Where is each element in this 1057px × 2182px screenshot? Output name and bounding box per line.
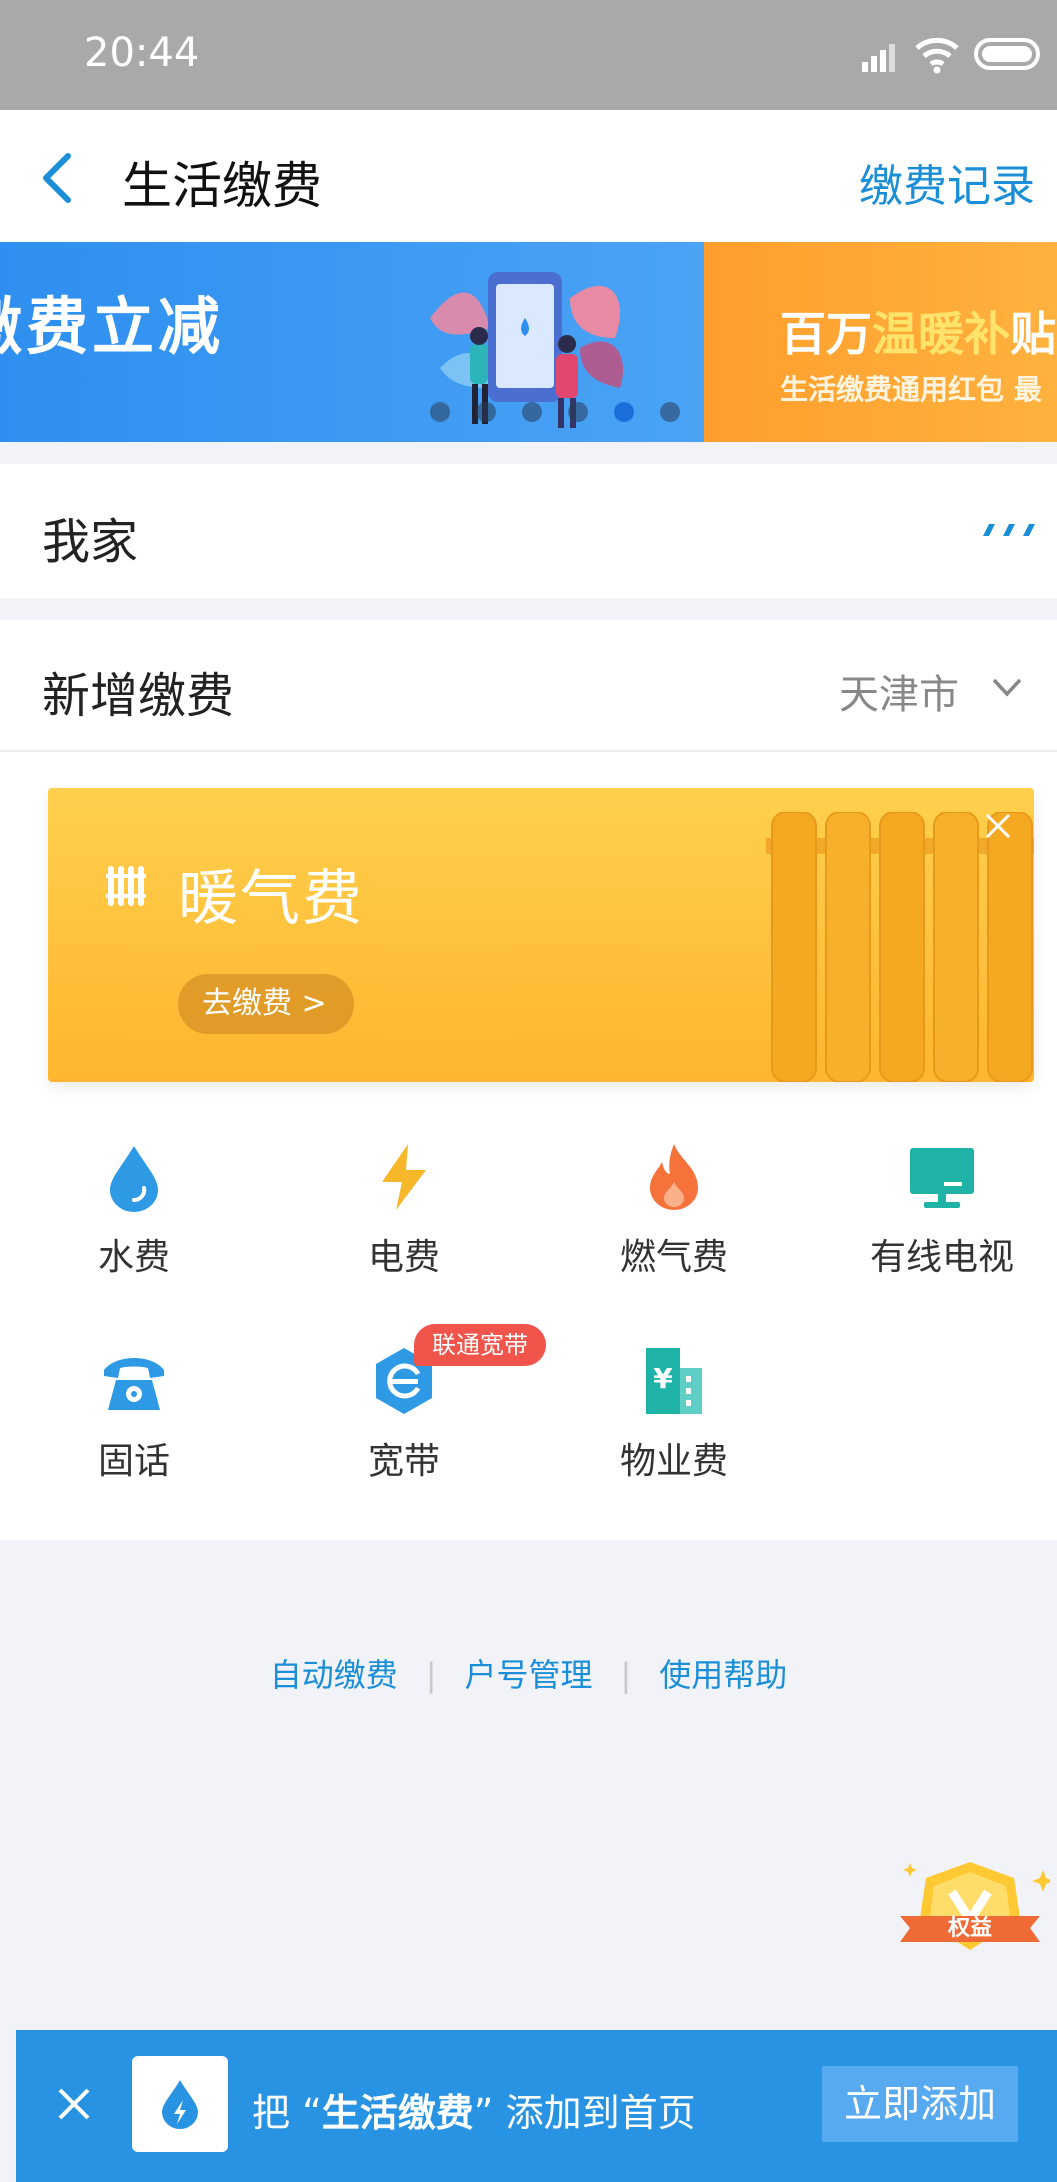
service-water[interactable]: 水费 [0,1120,264,1300]
account-manage-link[interactable]: 户号管理 [464,1656,592,1694]
carousel-dot-active[interactable] [614,402,634,422]
service-gas[interactable]: 燃气费 [540,1120,804,1300]
service-label: 有线电视 [869,1237,1014,1278]
banner-right-title: 百万温暖补贴 [780,298,1056,364]
auto-pay-link[interactable]: 自动缴费 [270,1656,398,1694]
new-payment-section: 新增缴费 天津市 暖气费 去缴费 > 水费 电费 燃气费 有线电视 固话 联通宽… [0,620,1057,1540]
add-to-home-message: 把 “生活缴费” 添加到首页 [252,2082,696,2137]
back-arrow-icon[interactable] [38,152,78,204]
close-icon[interactable] [984,812,1012,840]
link-separator: | [425,1656,437,1694]
add-to-home-bar: 把 “生活缴费” 添加到首页 立即添加 [16,2030,1057,2182]
radiator-illustration-icon [766,812,1034,1082]
building-yen-icon: ¥ [646,1348,702,1414]
utility-app-icon [162,2080,198,2129]
carousel-dot[interactable] [660,402,680,422]
carousel-dots [430,402,680,422]
service-label: 燃气费 [619,1237,728,1278]
footer-links: 自动缴费 | 户号管理 | 使用帮助 [0,1650,1057,1696]
my-home-section[interactable]: 我家 [0,464,1057,598]
add-message-suffix: ” 添加到首页 [473,2091,696,2135]
close-icon[interactable] [56,2086,92,2122]
add-now-button[interactable]: 立即添加 [822,2066,1018,2142]
lightning-icon [382,1144,426,1210]
wifi-icon [915,37,959,74]
tv-icon [910,1148,974,1208]
water-drop-icon [110,1146,158,1212]
service-property[interactable]: ¥ 物业费 [540,1324,804,1504]
new-payment-header: 新增缴费 天津市 [0,620,1057,752]
add-message-prefix: 把 “ [252,2091,322,2135]
service-label: 电费 [367,1237,440,1278]
service-broadband[interactable]: 联通宽带 宽带 [270,1324,546,1504]
more-dots-icon[interactable] [979,520,1039,540]
broadband-promo-tag: 联通宽带 [414,1324,546,1366]
status-time: 20:44 [84,30,200,76]
heating-fee-card[interactable]: 暖气费 去缴费 > [48,788,1034,1082]
banner-right-subtitle: 生活缴费通用红包 最 [780,373,1042,406]
service-label: 水费 [97,1237,170,1278]
carousel-dot[interactable] [430,402,450,422]
heating-fee-title: 暖气费 [178,864,364,934]
carousel-dot[interactable] [476,402,496,422]
new-payment-label: 新增缴费 [42,668,235,724]
service-label: 固话 [97,1441,170,1482]
signal-icon [862,44,895,72]
promo-banner[interactable]: 缴费立减 百万温暖补贴 生活缴费通用红包 最 [0,242,1057,442]
banner-right-title-part2: 温暖补 [872,307,1010,361]
banner-right-title-part3: 贴 [1010,307,1056,361]
svg-text:¥: ¥ [653,1362,673,1395]
flame-icon [650,1144,698,1210]
radiator-icon [106,866,146,906]
service-electricity[interactable]: 电费 [270,1120,534,1300]
service-label: 物业费 [619,1441,728,1482]
service-cable-tv[interactable]: 有线电视 [808,1120,1057,1300]
service-label: 宽带 [367,1441,440,1482]
app-icon-tile [132,2056,228,2152]
city-selector[interactable]: 天津市 [839,662,959,720]
benefits-badge-text: 权益 [947,1916,992,1941]
help-link[interactable]: 使用帮助 [659,1656,787,1694]
link-separator: | [620,1656,632,1694]
carousel-dot[interactable] [568,402,588,422]
benefits-badge[interactable]: 权益 [890,1858,1054,1978]
add-message-app-name: 生活缴费 [321,2091,474,2135]
banner-slide-right[interactable]: 百万温暖补贴 生活缴费通用红包 最 [704,242,1057,442]
chevron-down-icon[interactable] [991,674,1023,700]
battery-icon [974,38,1040,70]
service-landline[interactable]: 固话 [0,1324,264,1504]
payment-records-link[interactable]: 缴费记录 [859,150,1035,214]
page-title: 生活缴费 [122,157,322,215]
go-pay-button[interactable]: 去缴费 > [178,974,354,1034]
telephone-icon [104,1358,164,1410]
nav-bar: 生活缴费 缴费记录 [0,110,1057,242]
status-bar: 20:44 [0,0,1057,110]
carousel-dot[interactable] [522,402,542,422]
banner-right-title-part1: 百万 [780,307,872,361]
my-home-label: 我家 [42,514,139,570]
banner-left-text: 缴费立减 [0,290,225,363]
